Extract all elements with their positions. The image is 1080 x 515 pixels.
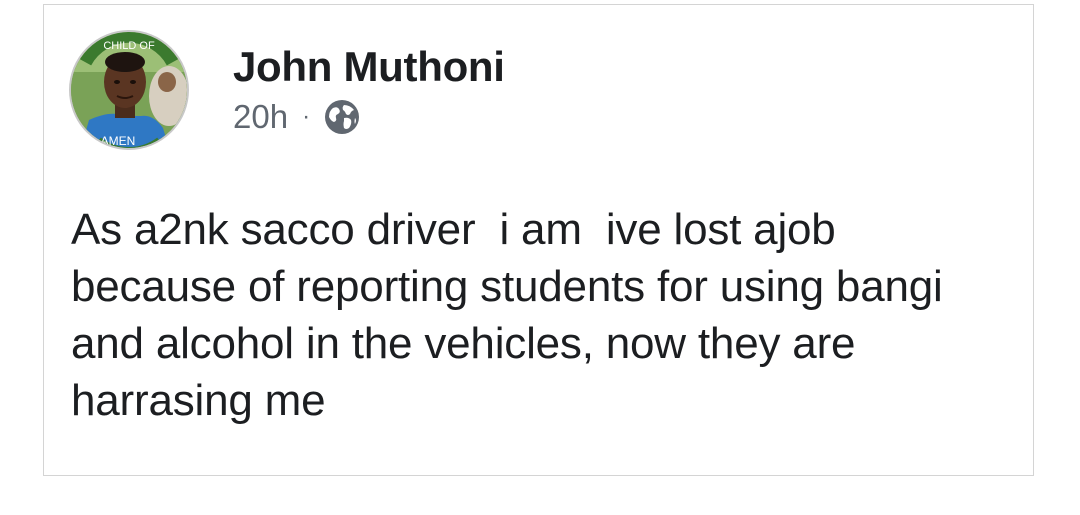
post-body: As a2nk sacco driver i am ive lost ajob … — [71, 205, 955, 425]
avatar-text-top: CHILD OF — [103, 40, 155, 52]
avatar[interactable]: CHILD OF AMEN — [69, 30, 189, 150]
meta-separator: · — [302, 103, 311, 130]
post-timestamp[interactable]: 20h — [233, 98, 288, 136]
post-meta: 20h · — [233, 98, 360, 136]
globe-icon[interactable] — [324, 99, 360, 135]
avatar-image: CHILD OF AMEN — [71, 32, 187, 148]
post-card: CHILD OF AMEN John Muthoni 20h · As a2nk… — [43, 4, 1034, 476]
author-name[interactable]: John Muthoni — [233, 43, 505, 91]
avatar-text-bottom: AMEN — [101, 134, 136, 148]
